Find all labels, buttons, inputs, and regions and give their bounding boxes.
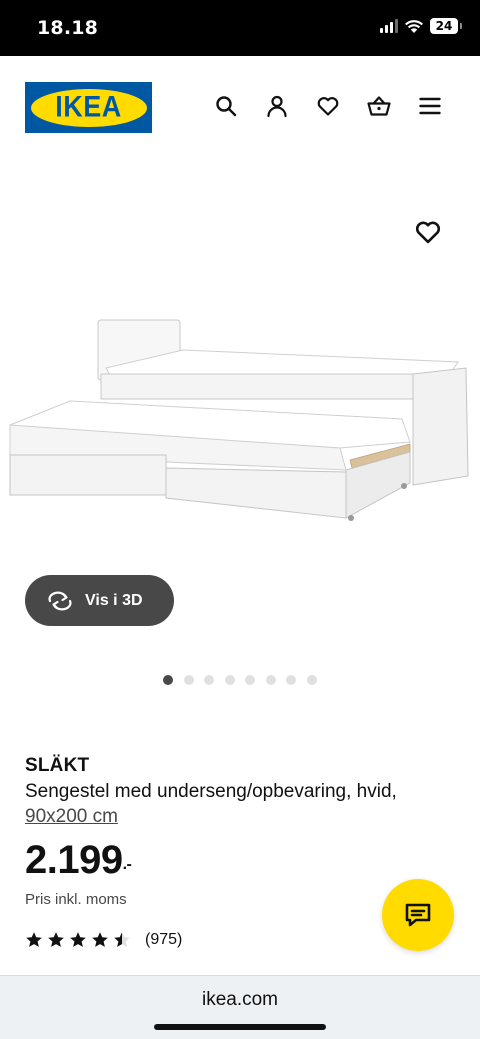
home-indicator[interactable]: [154, 1024, 326, 1030]
header-actions: [214, 94, 442, 118]
product-image-bed: [9, 319, 469, 521]
profile-icon[interactable]: [265, 94, 289, 118]
logo-oval: IKEA: [30, 88, 147, 127]
status-indicators: 24: [380, 18, 462, 34]
view-in-3d-button[interactable]: Vis i 3D: [25, 575, 174, 626]
url-text[interactable]: ikea.com: [0, 989, 480, 1011]
product-price: 2.199.-: [25, 838, 132, 883]
product-rating[interactable]: (975): [25, 931, 182, 949]
carousel-dots: [163, 675, 317, 685]
ikea-logo[interactable]: IKEA: [25, 82, 152, 133]
star-icon: [70, 932, 86, 947]
view-in-3d-label: Vis i 3D: [85, 591, 143, 609]
site-header: IKEA: [0, 56, 480, 156]
status-time: 18.18: [37, 17, 99, 39]
star-icon: [114, 932, 130, 947]
carousel-dot[interactable]: [163, 675, 173, 685]
product-name: SLÄKT: [25, 755, 90, 776]
chat-icon: [405, 903, 431, 927]
search-icon[interactable]: [214, 94, 238, 118]
rotate-3d-icon: [48, 591, 72, 610]
carousel-dot[interactable]: [306, 675, 317, 685]
chat-button[interactable]: [382, 879, 454, 951]
basket-icon[interactable]: [367, 94, 391, 118]
product-description-text: Sengestel med underseng/opbevaring, hvid…: [25, 781, 397, 802]
heart-icon[interactable]: [316, 94, 340, 118]
product-size-link[interactable]: 90x200 cm: [25, 806, 118, 827]
browser-address-bar[interactable]: ikea.com: [0, 975, 480, 1039]
battery-icon: 24: [430, 18, 462, 34]
price-value: 2.199: [25, 838, 123, 882]
price-suffix: .-: [122, 856, 132, 873]
star-icon: [48, 932, 64, 947]
favorite-heart-icon[interactable]: [414, 218, 442, 246]
carousel-dot[interactable]: [183, 675, 194, 685]
carousel-dot[interactable]: [286, 675, 296, 685]
menu-icon[interactable]: [418, 94, 442, 118]
carousel-dot[interactable]: [224, 675, 235, 685]
star-icon: [92, 932, 108, 947]
status-bar: 18.18 24: [0, 0, 480, 56]
carousel-dot[interactable]: [245, 675, 255, 685]
star-icon: [26, 932, 42, 947]
wifi-icon: [405, 19, 423, 33]
rating-count: (975): [145, 931, 183, 948]
carousel-dot[interactable]: [265, 675, 276, 685]
carousel-dot[interactable]: [204, 675, 214, 685]
rating-stars: [25, 931, 131, 949]
product-description: Sengestel med underseng/opbevaring, hvid…: [25, 779, 465, 829]
price-note: Pris inkl. moms: [25, 891, 127, 908]
logo-text: IKEA: [55, 90, 122, 124]
signal-icon: [380, 19, 398, 33]
